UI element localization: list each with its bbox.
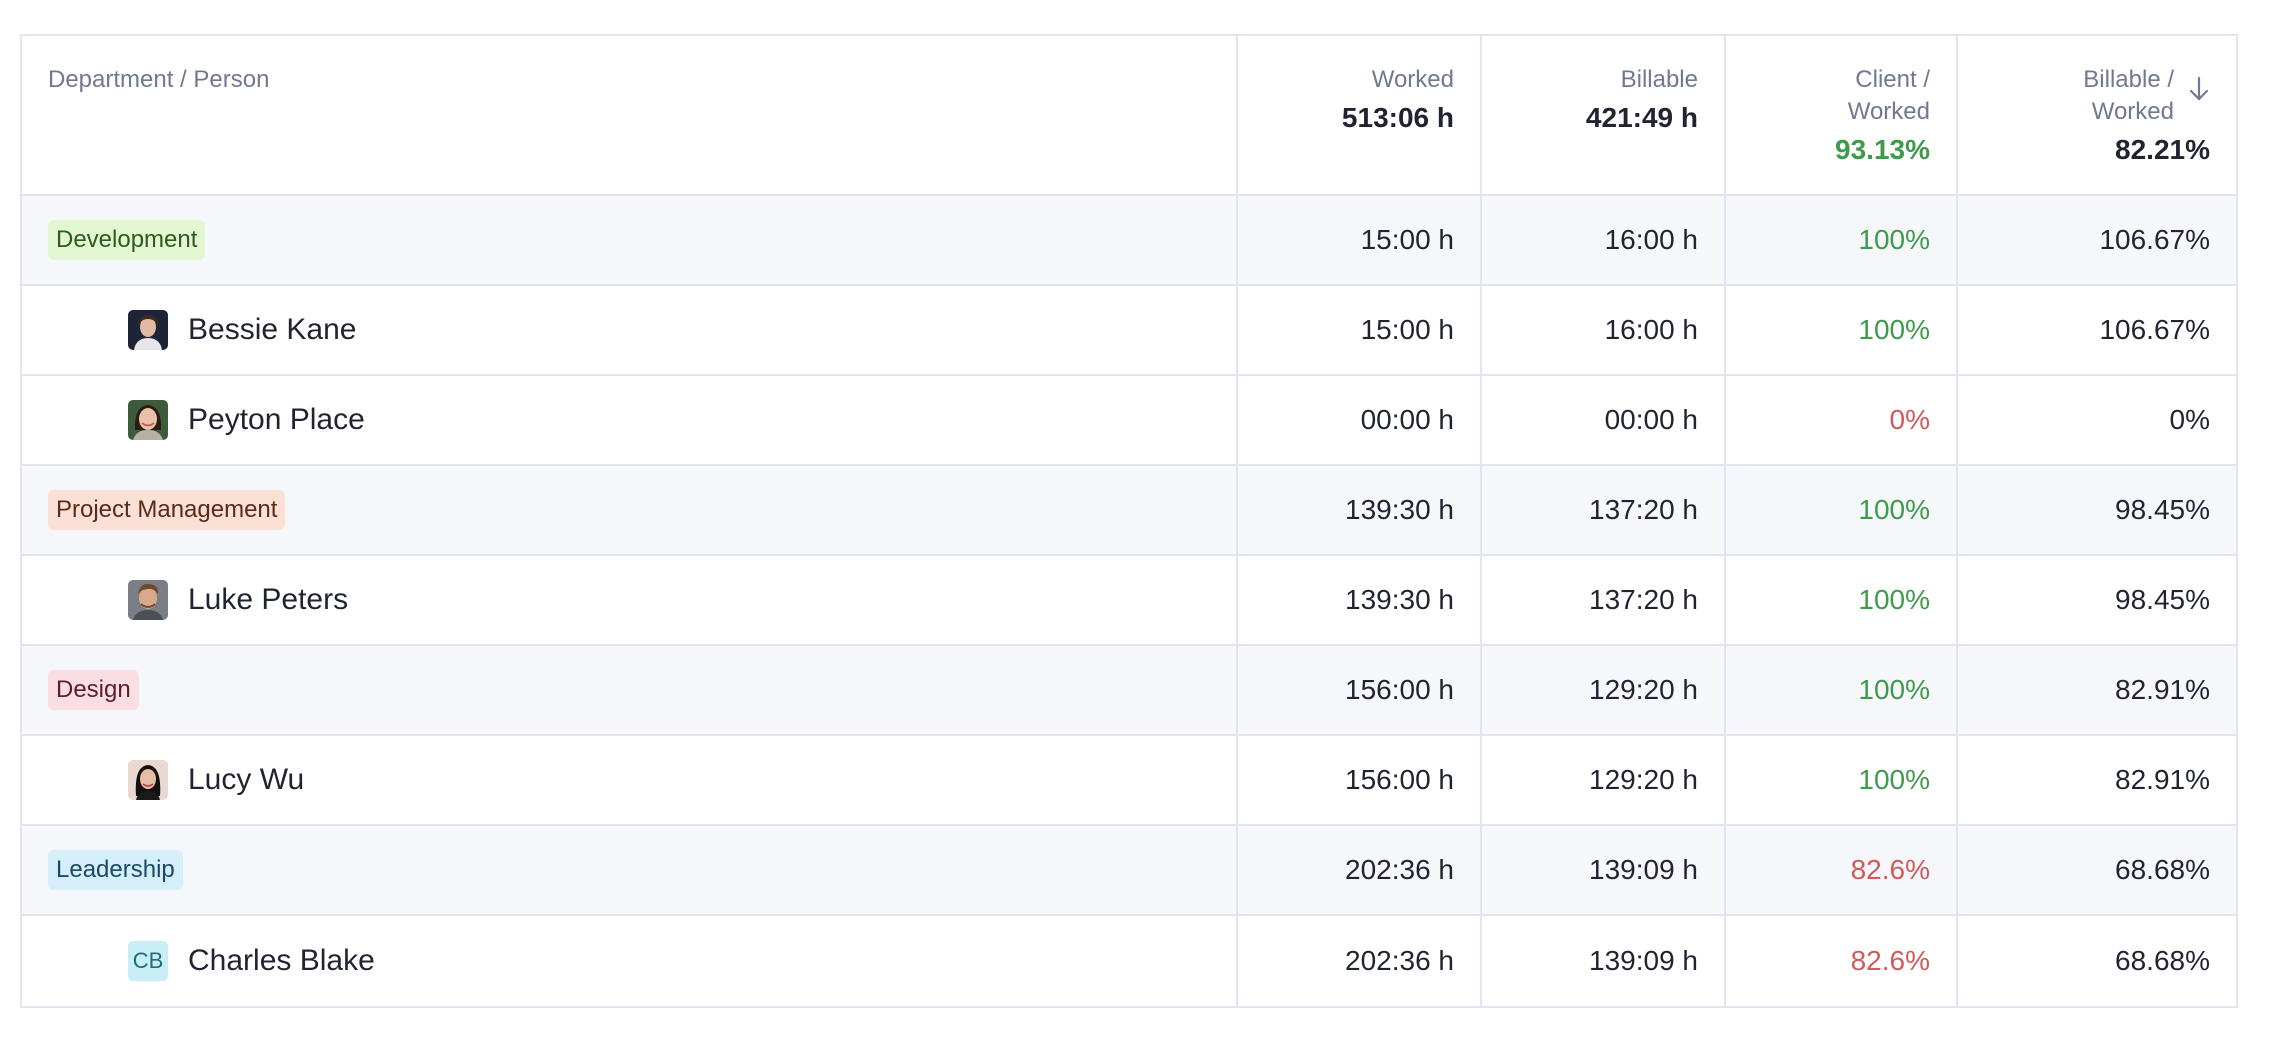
person-name[interactable]: Peyton Place bbox=[188, 403, 365, 437]
billable-cell: 139:09 h bbox=[1482, 916, 1726, 1006]
header-client-worked-label-2: Worked bbox=[1847, 98, 1930, 125]
person-cell: Luke Peters bbox=[22, 556, 1238, 644]
header-billable-total: 421:49 h bbox=[1585, 102, 1698, 133]
avatar bbox=[128, 760, 168, 800]
department-cell: Leadership bbox=[22, 826, 1238, 914]
client-worked-cell: 82.6% bbox=[1726, 826, 1958, 914]
billable-cell: 00:00 h bbox=[1482, 376, 1726, 464]
billable-worked-cell: 82.91% bbox=[2115, 674, 2210, 705]
client-worked-cell: 82.6% bbox=[1726, 916, 1958, 1006]
client-worked-cell: 0% bbox=[1726, 376, 1958, 464]
department-badge: Project Management bbox=[48, 490, 286, 530]
table-row-department[interactable]: Project Management 139:30 h 137:20 h 100… bbox=[22, 466, 2236, 556]
header-worked-label: Worked bbox=[1371, 66, 1454, 93]
billable-cell: 139:09 h bbox=[1482, 826, 1726, 914]
header-billable[interactable]: Billable 421:49 h bbox=[1482, 36, 1726, 194]
client-worked-cell: 100% bbox=[1726, 736, 1958, 824]
table-header: Department / Person Worked 513:06 h Bill… bbox=[22, 36, 2236, 196]
worked-cell: 156:00 h bbox=[1238, 646, 1482, 734]
billable-worked-cell: 68.68% bbox=[2115, 854, 2210, 885]
client-worked-cell: 100% bbox=[1726, 196, 1958, 284]
header-client-worked[interactable]: Client / Worked 93.13% bbox=[1726, 36, 1958, 194]
worked-cell: 202:36 h bbox=[1238, 916, 1482, 1006]
avatar bbox=[128, 400, 168, 440]
department-badge: Leadership bbox=[48, 850, 183, 890]
table-row-person[interactable]: CB Charles Blake 202:36 h 139:09 h 82.6%… bbox=[22, 916, 2236, 1006]
worked-cell: 139:30 h bbox=[1238, 466, 1482, 554]
header-billable-worked-label-1: Billable / bbox=[2083, 66, 2174, 93]
worked-cell: 15:00 h bbox=[1238, 286, 1482, 374]
person-cell: CB Charles Blake bbox=[22, 916, 1238, 1006]
header-billable-worked[interactable]: Billable / Worked 82.21% bbox=[1958, 36, 2236, 194]
person-name[interactable]: Luke Peters bbox=[188, 583, 348, 617]
client-worked-cell: 100% bbox=[1726, 556, 1958, 644]
header-client-worked-total: 93.13% bbox=[1835, 134, 1930, 165]
worked-cell: 00:00 h bbox=[1238, 376, 1482, 464]
report-table: Department / Person Worked 513:06 h Bill… bbox=[20, 34, 2238, 1008]
client-worked-cell: 100% bbox=[1726, 646, 1958, 734]
header-client-worked-label-1: Client / bbox=[1855, 66, 1930, 93]
department-cell: Design bbox=[22, 646, 1238, 734]
table-row-person[interactable]: Peyton Place 00:00 h 00:00 h 0% 0% bbox=[22, 376, 2236, 466]
person-cell: Bessie Kane bbox=[22, 286, 1238, 374]
avatar bbox=[128, 310, 168, 350]
billable-cell: 129:20 h bbox=[1482, 646, 1726, 734]
avatar bbox=[128, 580, 168, 620]
table-row-person[interactable]: Bessie Kane 15:00 h 16:00 h 100% 106.67% bbox=[22, 286, 2236, 376]
worked-cell: 139:30 h bbox=[1238, 556, 1482, 644]
billable-worked-cell: 68.68% bbox=[2115, 945, 2210, 976]
header-department-label: Department / Person bbox=[48, 66, 270, 93]
department-cell: Project Management bbox=[22, 466, 1238, 554]
billable-cell: 16:00 h bbox=[1482, 286, 1726, 374]
billable-cell: 137:20 h bbox=[1482, 556, 1726, 644]
department-badge: Design bbox=[48, 670, 139, 710]
avatar: CB bbox=[128, 941, 168, 981]
person-name[interactable]: Lucy Wu bbox=[188, 763, 304, 797]
person-name[interactable]: Charles Blake bbox=[188, 944, 375, 978]
billable-worked-cell: 106.67% bbox=[2099, 314, 2210, 345]
worked-cell: 15:00 h bbox=[1238, 196, 1482, 284]
department-cell: Development bbox=[22, 196, 1238, 284]
header-worked[interactable]: Worked 513:06 h bbox=[1238, 36, 1482, 194]
billable-cell: 129:20 h bbox=[1482, 736, 1726, 824]
arrow-down-icon[interactable] bbox=[2188, 76, 2210, 109]
billable-cell: 137:20 h bbox=[1482, 466, 1726, 554]
billable-worked-cell: 0% bbox=[2169, 404, 2210, 435]
header-billable-label: Billable bbox=[1620, 66, 1698, 93]
billable-worked-cell: 82.91% bbox=[2115, 764, 2210, 795]
table-row-person[interactable]: Luke Peters 139:30 h 137:20 h 100% 98.45… bbox=[22, 556, 2236, 646]
client-worked-cell: 100% bbox=[1726, 466, 1958, 554]
billable-worked-cell: 98.45% bbox=[2115, 584, 2210, 615]
billable-cell: 16:00 h bbox=[1482, 196, 1726, 284]
worked-cell: 202:36 h bbox=[1238, 826, 1482, 914]
person-name[interactable]: Bessie Kane bbox=[188, 313, 356, 347]
header-worked-total: 513:06 h bbox=[1341, 102, 1454, 133]
person-cell: Lucy Wu bbox=[22, 736, 1238, 824]
header-department-person[interactable]: Department / Person bbox=[22, 36, 1238, 194]
person-cell: Peyton Place bbox=[22, 376, 1238, 464]
department-badge: Development bbox=[48, 220, 206, 260]
table-row-department[interactable]: Design 156:00 h 129:20 h 100% 82.91% bbox=[22, 646, 2236, 736]
client-worked-cell: 100% bbox=[1726, 286, 1958, 374]
table-row-department[interactable]: Development 15:00 h 16:00 h 100% 106.67% bbox=[22, 196, 2236, 286]
header-billable-worked-label-2: Worked bbox=[2091, 98, 2174, 125]
table-row-department[interactable]: Leadership 202:36 h 139:09 h 82.6% 68.68… bbox=[22, 826, 2236, 916]
header-billable-worked-total: 82.21% bbox=[2115, 134, 2210, 165]
worked-cell: 156:00 h bbox=[1238, 736, 1482, 824]
billable-worked-cell: 98.45% bbox=[2115, 494, 2210, 525]
table-row-person[interactable]: Lucy Wu 156:00 h 129:20 h 100% 82.91% bbox=[22, 736, 2236, 826]
billable-worked-cell: 106.67% bbox=[2099, 224, 2210, 255]
